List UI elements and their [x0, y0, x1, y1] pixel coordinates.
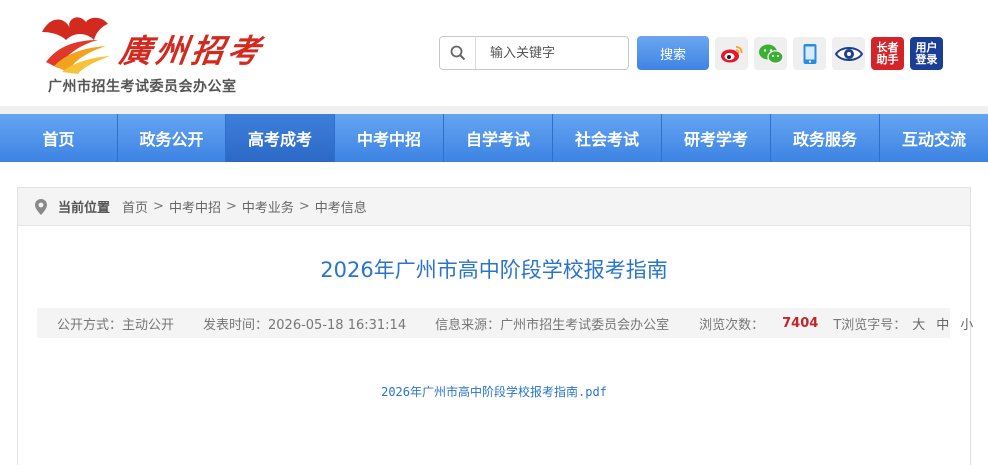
- logo-script-text: 廣州招考: [117, 32, 267, 70]
- meta-views-count: 7404: [782, 315, 819, 331]
- elder-assistant-icon[interactable]: 长者 助手: [871, 37, 904, 70]
- weibo-icon[interactable]: [715, 37, 748, 70]
- mobile-icon[interactable]: [793, 37, 826, 70]
- eye-icon[interactable]: [832, 37, 865, 70]
- article-meta: 公开方式：主动公开 发表时间：2026-05-18 16:31:14 信息来源：…: [37, 308, 973, 338]
- font-size-medium[interactable]: 中: [936, 314, 949, 333]
- user-login-icon[interactable]: 用户 登录: [910, 37, 943, 70]
- search-input[interactable]: [476, 38, 624, 68]
- search-button[interactable]: 搜索: [637, 36, 709, 70]
- breadcrumb-zhongkao-business[interactable]: 中考业务: [242, 197, 294, 216]
- nav-item-gov-affairs[interactable]: 政务公开: [118, 114, 226, 162]
- font-size-small[interactable]: 小: [960, 314, 973, 333]
- location-pin-icon: [35, 198, 47, 215]
- kapok-flower-logo-icon: [42, 17, 110, 74]
- site-logo[interactable]: 廣州招考 广州市招生考试委员会办公室: [36, 10, 266, 96]
- breadcrumb-separator: >: [153, 199, 164, 214]
- site-header: 廣州招考 广州市招生考试委员会办公室 搜索: [0, 0, 988, 106]
- user-login-label-top: 用户: [915, 40, 938, 54]
- nav-item-gov-service[interactable]: 政务服务: [771, 114, 880, 162]
- meta-publish-time: 发表时间：2026-05-18 16:31:14: [203, 317, 407, 333]
- meta-views-label: 浏览次数：: [699, 317, 765, 333]
- nav-top-band: [0, 106, 988, 114]
- nav-item-zhongkao[interactable]: 中考中招: [335, 114, 444, 162]
- meta-font-size-label: T浏览字号：: [833, 317, 907, 333]
- nav-item-home[interactable]: 首页: [0, 114, 118, 162]
- nav-item-grad-exam[interactable]: 研考学考: [662, 114, 771, 162]
- meta-publish-mode: 公开方式：主动公开: [57, 317, 175, 333]
- wechat-icon[interactable]: [754, 37, 787, 70]
- main-nav: 首页 政务公开 高考成考 中考中招 自学考试 社会考试 研考学考 政务服务 互动…: [0, 114, 988, 162]
- article-title: 2026年广州市高中阶段学校报考指南: [320, 258, 668, 282]
- attachment-pdf-link[interactable]: 2026年广州市高中阶段学校报考指南.pdf: [18, 383, 970, 400]
- nav-item-self-study-exam[interactable]: 自学考试: [444, 114, 553, 162]
- breadcrumb: 当前位置 首页 > 中考中招 > 中考业务 > 中考信息: [18, 188, 970, 226]
- breadcrumb-home[interactable]: 首页: [122, 197, 148, 216]
- article-panel: 当前位置 首页 > 中考中招 > 中考业务 > 中考信息 2026年广州市高中阶…: [17, 187, 973, 465]
- nav-bottom-gap: [0, 162, 988, 186]
- nav-item-gaokao[interactable]: 高考成考: [226, 114, 335, 162]
- search-icon[interactable]: [440, 37, 476, 69]
- breadcrumb-separator: >: [225, 199, 237, 214]
- search-box: [439, 36, 629, 70]
- breadcrumb-zhongkao-info[interactable]: 中考信息: [315, 197, 367, 216]
- breadcrumb-label: 当前位置: [58, 201, 111, 216]
- nav-item-social-exam[interactable]: 社会考试: [553, 114, 662, 162]
- nav-item-interaction[interactable]: 互动交流: [880, 114, 988, 162]
- breadcrumb-zhongkao[interactable]: 中考中招: [169, 197, 221, 216]
- breadcrumb-links: 首页 > 中考中招 > 中考业务 > 中考信息: [122, 197, 367, 216]
- elder-assistant-label-bottom: 助手: [876, 52, 899, 66]
- logo-subtitle: 广州市招生考试委员会办公室: [48, 79, 237, 95]
- meta-source: 信息来源：广州市招生考试委员会办公室: [435, 317, 670, 333]
- breadcrumb-separator: >: [298, 199, 310, 214]
- font-size-large[interactable]: 大: [912, 314, 925, 333]
- user-login-label-bottom: 登录: [915, 52, 938, 66]
- elder-assistant-label-top: 长者: [876, 40, 899, 54]
